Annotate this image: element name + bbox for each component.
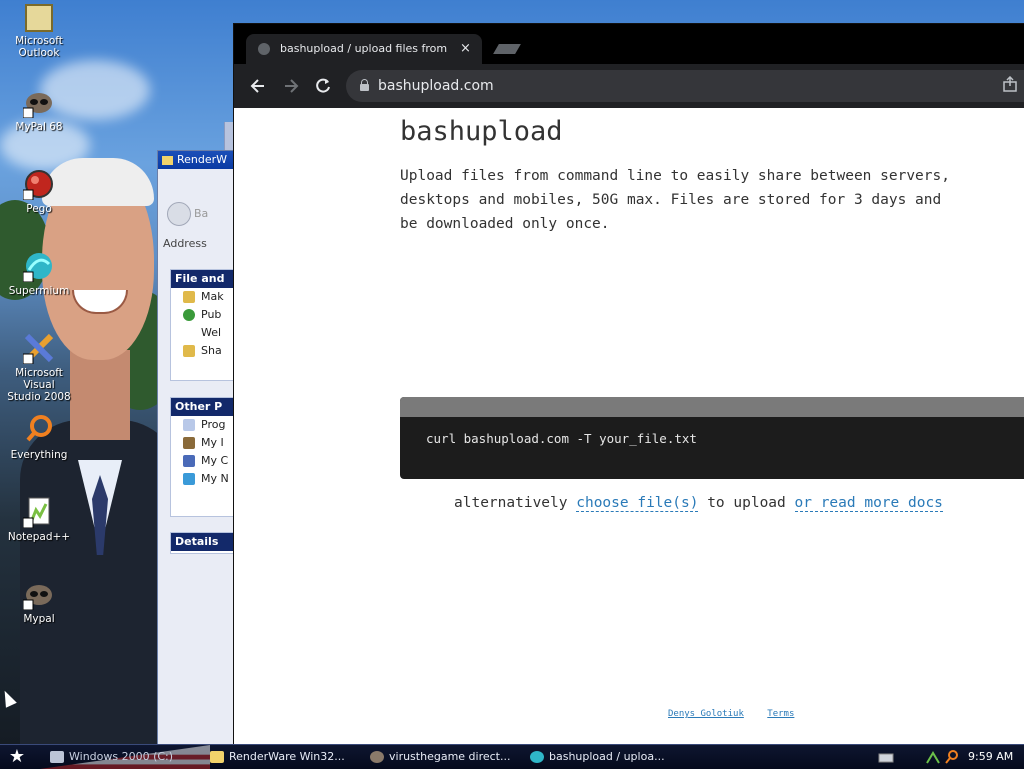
tab-bashupload[interactable]: bashupload / upload files from comm × (246, 34, 482, 64)
explorer-address-label: Address (163, 237, 207, 250)
browser-window[interactable]: bashupload / upload files from comm × ba… (233, 23, 1024, 746)
raccoon-icon (370, 751, 384, 763)
tab-close-icon[interactable]: × (460, 34, 471, 64)
start-button[interactable]: ★ (4, 745, 30, 769)
search-icon[interactable] (944, 749, 960, 765)
taskbar-button-virusthegame[interactable]: virusthegame direct... (370, 747, 522, 767)
pego-icon (22, 168, 55, 201)
panel-item[interactable]: My N (171, 470, 238, 488)
command-box: curl bashupload.com -T your_file.txt (400, 397, 1024, 479)
read-docs-link[interactable]: or read more docs (794, 495, 943, 512)
page-content: bashupload Upload files from command lin… (234, 108, 1024, 745)
desktop-icon-notepadpp[interactable]: Notepad++ (0, 496, 78, 543)
explorer-panel-other-places: Other P Prog My I My C My N (170, 397, 238, 517)
star-icon: ★ (8, 746, 26, 767)
desktop-icon-label: Everything (10, 449, 68, 461)
raccoon-icon (22, 86, 55, 119)
description-line: desktops and mobiles, 50G max. Files are… (400, 192, 942, 208)
supermium-icon (530, 751, 544, 763)
desktop-icon-mypal[interactable]: Mypal (0, 578, 78, 625)
raccoon-icon (22, 578, 55, 611)
back-button[interactable] (248, 76, 268, 96)
explorer-title-text: RenderW (177, 153, 228, 166)
favicon-icon (258, 43, 270, 55)
panel-header[interactable]: Details (171, 533, 238, 551)
folder-icon (210, 751, 224, 763)
panel-item[interactable]: Pub (171, 306, 238, 324)
tab-title: bashupload / upload files from comm (280, 42, 450, 55)
notepadpp-icon (22, 496, 55, 529)
panel-item[interactable]: My C (171, 452, 238, 470)
desktop-icon-label: Microsoft Visual Studio 2008 (7, 367, 71, 403)
explorer-back-label: Ba (194, 207, 209, 220)
command-text[interactable]: curl bashupload.com -T your_file.txt (426, 431, 697, 446)
everything-icon (23, 414, 55, 446)
folder-icon (162, 155, 173, 165)
taskbar: ★ Windows 2000 (C:) RenderWare Win32... … (0, 744, 1024, 769)
page-footer: Denys Golotiuk Terms (668, 709, 812, 719)
arrow-right-icon (285, 79, 299, 93)
taskbar-button-label: virusthegame direct... (389, 750, 511, 763)
arrow-left-icon (250, 79, 264, 93)
tab-strip[interactable]: bashupload / upload files from comm × (234, 24, 1024, 64)
choose-files-link[interactable]: choose file(s) (576, 495, 699, 512)
supermium-icon (22, 250, 55, 283)
alternative-upload-line: alternatively choose file(s) to upload o… (454, 495, 943, 512)
share-icon[interactable] (1002, 75, 1018, 92)
panel-header[interactable]: Other P (171, 398, 238, 416)
visual-studio-icon (22, 332, 55, 365)
forward-button[interactable] (281, 76, 301, 96)
url-text[interactable]: bashupload.com (378, 70, 494, 102)
explorer-window[interactable]: RenderW Ba Address File and Mak Pub Wel … (157, 150, 239, 746)
reload-icon (316, 78, 330, 93)
desktop-icon-outlook[interactable]: Microsoft Outlook (0, 4, 78, 59)
explorer-title[interactable]: RenderW (158, 151, 238, 169)
panel-item[interactable]: Mak (171, 288, 238, 306)
taskbar-button-renderware[interactable]: RenderWare Win32... (210, 747, 360, 767)
taskbar-button-label: Windows 2000 (C:) (69, 750, 174, 763)
panel-header[interactable]: File and (171, 270, 238, 288)
description-line: be downloaded only once. (400, 216, 610, 232)
footer-terms-link[interactable]: Terms (767, 709, 794, 719)
reload-button[interactable] (313, 76, 333, 96)
desktop-icon-label: MyPal 68 (15, 121, 63, 133)
panel-item[interactable]: My I (171, 434, 238, 452)
panel-item[interactable]: Prog (171, 416, 238, 434)
clock[interactable]: 9:59 AM (968, 745, 1013, 769)
desktop-icon-label: Supermium (8, 285, 70, 297)
desktop-icon-label: Notepad++ (7, 531, 71, 543)
desktop-icon-label: Mypal (23, 613, 55, 625)
desktop-icon-mypal68[interactable]: MyPal 68 (0, 86, 78, 133)
new-tab-button[interactable] (493, 44, 521, 54)
network-icon[interactable] (925, 749, 941, 765)
alt-middle: to upload (707, 495, 786, 511)
alt-prefix: alternatively (454, 495, 568, 511)
desktop-icon-supermium[interactable]: Supermium (0, 250, 78, 297)
explorer-panel-details: Details (170, 532, 238, 554)
taskbar-button-bashupload[interactable]: bashupload / uploa... (530, 747, 680, 767)
description-line: Upload files from command line to easily… (400, 168, 950, 184)
panel-item[interactable]: Sha (171, 342, 238, 360)
desktop-icon-label: Microsoft Outlook (15, 35, 63, 59)
lock-icon (360, 79, 369, 91)
page-title: bashupload (400, 116, 563, 147)
outlook-icon (25, 4, 53, 32)
browser-toolbar: bashupload.com (234, 64, 1024, 108)
explorer-panel-file-tasks: File and Mak Pub Wel Sha (170, 269, 238, 381)
taskbar-button-label: bashupload / uploa... (549, 750, 665, 763)
panel-item: Wel (201, 326, 222, 339)
desktop-icon-pego[interactable]: Pego (0, 168, 78, 215)
desktop-icon-visual-studio[interactable]: Microsoft Visual Studio 2008 (0, 332, 78, 403)
desktop-icon-label: Pego (26, 203, 52, 215)
taskbar-button-windows-c[interactable]: Windows 2000 (C:) (50, 747, 200, 767)
page-description: Upload files from command line to easily… (400, 164, 1024, 236)
desktop-icon-everything[interactable]: Everything (0, 414, 78, 461)
command-box-header (400, 397, 1024, 417)
taskbar-button-label: RenderWare Win32... (229, 750, 345, 763)
drive-icon (50, 751, 64, 763)
footer-author-link[interactable]: Denys Golotiuk (668, 709, 744, 719)
explorer-back-button[interactable] (167, 202, 191, 226)
keyboard-icon[interactable] (878, 749, 894, 765)
address-bar[interactable]: bashupload.com (346, 70, 1024, 102)
